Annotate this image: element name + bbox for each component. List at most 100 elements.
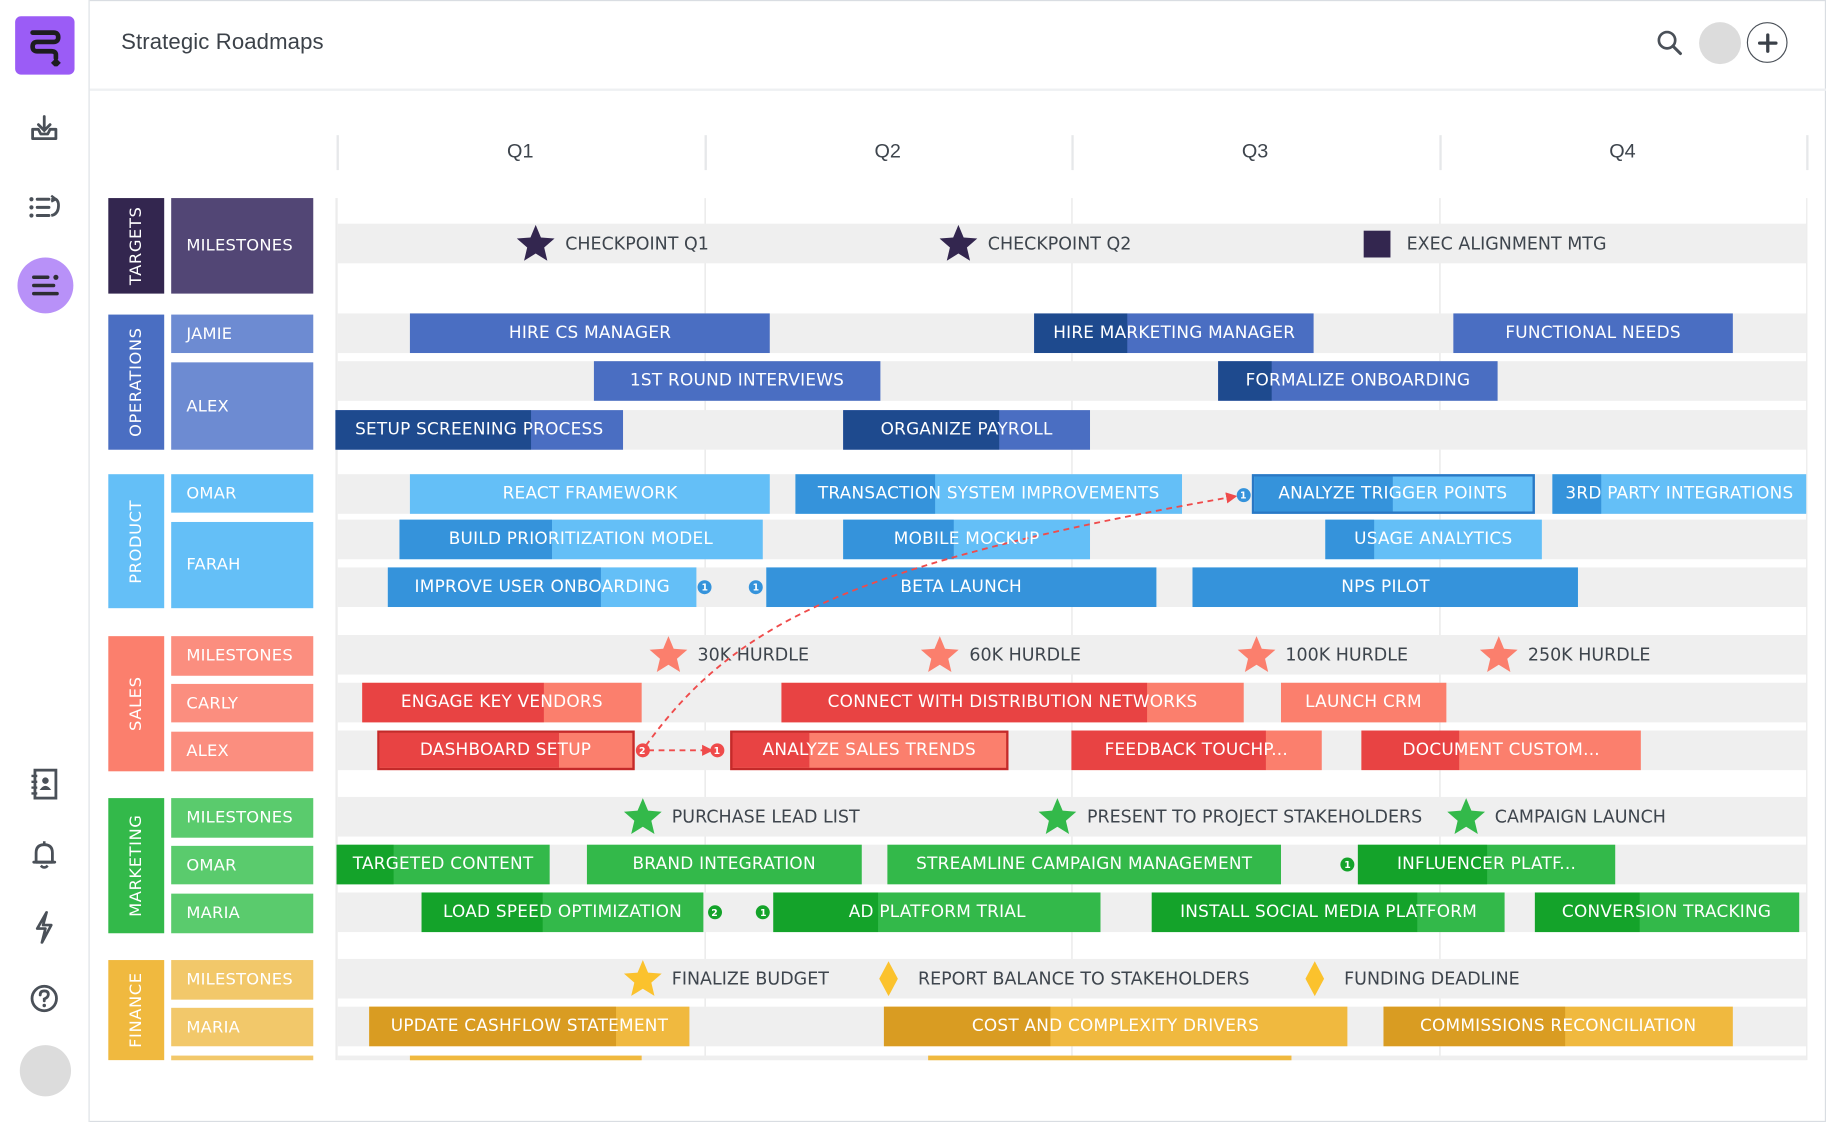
dependency-badge[interactable]: 2 <box>707 905 722 920</box>
milestone[interactable]: 100K HURDLE <box>1236 635 1408 675</box>
group-finance[interactable]: FINANCE <box>108 960 165 1061</box>
task-bar[interactable]: UPDATE CASHFLOW STATEMENT <box>369 1006 690 1047</box>
milestone[interactable]: PRESENT TO PROJECT STAKEHOLDERS <box>1038 797 1422 837</box>
task-bar[interactable]: DOCUMENT CUSTOM... <box>1361 730 1641 771</box>
milestone[interactable]: FINALIZE BUDGET <box>623 959 829 999</box>
task-bar[interactable]: LAUNCH CRM <box>1280 682 1447 723</box>
task-bar[interactable]: HIRE CS MANAGER <box>410 313 771 354</box>
task-bar[interactable]: STREAMLINE CAMPAIGN MANAGEMENT <box>887 844 1281 885</box>
group-label: MARKETING <box>126 814 146 917</box>
task-label: ENGAGE KEY VENDORS <box>400 693 603 712</box>
dependency-badge[interactable]: 1 <box>1236 488 1251 503</box>
task-bar[interactable]: INSTALL SOCIAL MEDIA PLATFORM <box>1152 892 1505 933</box>
group-sales[interactable]: SALES <box>108 636 165 772</box>
row-label[interactable]: MILESTONES <box>171 198 314 294</box>
task-label: HIRE CS MANAGER <box>508 323 672 343</box>
task-bar[interactable]: AD PLATFORM TRIAL <box>773 892 1101 933</box>
task-bar[interactable]: HIRE MARKETING MANAGER <box>1034 313 1314 354</box>
row-label[interactable]: MARIA <box>171 893 314 934</box>
dependency-badge[interactable]: 2 <box>635 743 650 758</box>
milestone[interactable]: CAMPAIGN LAUNCH <box>1446 797 1666 837</box>
milestone-label: REPORT BALANCE TO STAKEHOLDERS <box>917 968 1250 990</box>
milestone[interactable]: PURCHASE LEAD LIST <box>623 797 860 837</box>
row-label[interactable]: MILESTONES <box>171 960 314 1000</box>
task-bar[interactable]: SETUP SCREENING PROCESS <box>335 410 624 450</box>
task-label: BRAND INTEGRATION <box>632 855 816 874</box>
task-bar[interactable]: 1ST ROUND INTERVIEWS <box>593 361 881 401</box>
row-label[interactable]: FARAH <box>171 521 314 609</box>
diamond-icon <box>879 961 899 997</box>
row-label[interactable]: OMAR <box>171 474 314 513</box>
task-bar[interactable]: CONNECT WITH DISTRIBUTION NETWORKS <box>781 682 1245 723</box>
task-bar[interactable] <box>410 1055 642 1061</box>
row-label[interactable]: ALEX <box>171 731 314 772</box>
task-label: AD PLATFORM TRIAL <box>848 902 1026 922</box>
task-bar[interactable]: TRANSACTION SYSTEM IMPROVEMENTS <box>795 474 1182 514</box>
task-label: 1ST ROUND INTERVIEWS <box>629 371 845 391</box>
row-label[interactable] <box>171 1055 314 1061</box>
star-icon <box>1237 636 1276 673</box>
milestone[interactable]: CHECKPOINT Q1 <box>516 224 709 264</box>
task-bar[interactable]: COST AND COMPLEXITY DRIVERS <box>883 1006 1347 1047</box>
task-bar[interactable]: DASHBOARD SETUP <box>376 730 635 771</box>
task-label: INFLUENCER PLATF... <box>1396 855 1577 874</box>
task-bar[interactable]: TARGETED CONTENT <box>336 844 550 885</box>
milestone[interactable]: REPORT BALANCE TO STAKEHOLDERS <box>869 959 1250 999</box>
task-bar[interactable]: FUNCTIONAL NEEDS <box>1453 313 1733 354</box>
task-bar[interactable]: NPS PILOT <box>1192 567 1579 608</box>
group-targets[interactable]: TARGETS <box>108 198 165 294</box>
row-label[interactable]: OMAR <box>171 845 314 885</box>
task-bar[interactable]: MOBILE MOCKUP <box>843 519 1090 560</box>
task-bar[interactable]: REACT FRAMEWORK <box>410 474 771 514</box>
milestone[interactable]: 250K HURDLE <box>1479 635 1650 675</box>
milestone[interactable]: FUNDING DEADLINE <box>1295 959 1520 999</box>
task-label: REACT FRAMEWORK <box>502 484 678 504</box>
milestone-label: EXEC ALIGNMENT MTG <box>1406 233 1607 254</box>
task-bar[interactable]: BETA LAUNCH <box>766 567 1156 608</box>
task-bar[interactable]: ORGANIZE PAYROLL <box>843 410 1090 450</box>
row-label[interactable]: MARIA <box>171 1007 314 1047</box>
task-bar[interactable]: BRAND INTEGRATION <box>586 844 862 885</box>
milestone-label: FUNDING DEADLINE <box>1344 968 1520 990</box>
dependency-badge[interactable]: 1 <box>709 743 724 758</box>
row-label[interactable]: MILESTONES <box>171 798 314 838</box>
group-marketing[interactable]: MARKETING <box>108 798 165 934</box>
star-icon <box>1479 636 1518 673</box>
task-label: CONNECT WITH DISTRIBUTION NETWORKS <box>827 693 1198 712</box>
milestone[interactable]: 60K HURDLE <box>920 635 1081 675</box>
group-product[interactable]: PRODUCT <box>108 474 165 609</box>
task-bar[interactable]: BUILD PRIORITIZATION MODEL <box>399 519 763 560</box>
task-bar[interactable]: ANALYZE TRIGGER POINTS <box>1251 474 1535 514</box>
task-bar[interactable]: INFLUENCER PLATF... <box>1357 844 1616 885</box>
task-bar[interactable] <box>928 1055 1292 1061</box>
row-label[interactable]: CARLY <box>171 683 314 723</box>
milestone[interactable]: EXEC ALIGNMENT MTG <box>1358 224 1607 264</box>
task-bar[interactable]: LOAD SPEED OPTIMIZATION <box>421 892 704 933</box>
task-bar[interactable]: IMPROVE USER ONBOARDING <box>387 567 697 608</box>
task-label: STREAMLINE CAMPAIGN MANAGEMENT <box>916 855 1253 874</box>
task-label: SETUP SCREENING PROCESS <box>355 420 604 440</box>
task-label: COMMISSIONS RECONCILIATION <box>1419 1017 1697 1036</box>
task-bar[interactable]: 3RD PARTY INTEGRATIONS <box>1552 474 1807 514</box>
task-bar[interactable]: FEEDBACK TOUCHP... <box>1071 730 1322 771</box>
dependency-badge[interactable]: 1 <box>1340 857 1355 872</box>
milestone-label: 30K HURDLE <box>697 644 810 666</box>
star-icon <box>1038 798 1077 834</box>
row-label[interactable]: MILESTONES <box>171 636 314 676</box>
group-operations[interactable]: OPERATIONS <box>108 314 165 450</box>
row-label[interactable]: JAMIE <box>171 314 314 354</box>
milestone[interactable]: CHECKPOINT Q2 <box>939 224 1131 264</box>
star-icon <box>623 798 662 834</box>
milestone-label: CAMPAIGN LAUNCH <box>1494 806 1666 828</box>
task-bar[interactable]: FORMALIZE ONBOARDING <box>1218 361 1498 401</box>
task-label: INSTALL SOCIAL MEDIA PLATFORM <box>1180 902 1478 922</box>
task-bar[interactable]: USAGE ANALYTICS <box>1324 519 1542 560</box>
star-icon <box>649 636 688 673</box>
task-bar[interactable]: COMMISSIONS RECONCILIATION <box>1383 1006 1733 1047</box>
task-bar[interactable]: ANALYZE SALES TRENDS <box>729 730 1009 771</box>
task-bar[interactable]: ENGAGE KEY VENDORS <box>362 682 642 723</box>
task-bar[interactable]: CONVERSION TRACKING <box>1534 892 1799 933</box>
milestone[interactable]: 30K HURDLE <box>649 635 809 675</box>
row-label[interactable]: ALEX <box>171 362 314 450</box>
task-label: DOCUMENT CUSTOM... <box>1402 741 1600 760</box>
